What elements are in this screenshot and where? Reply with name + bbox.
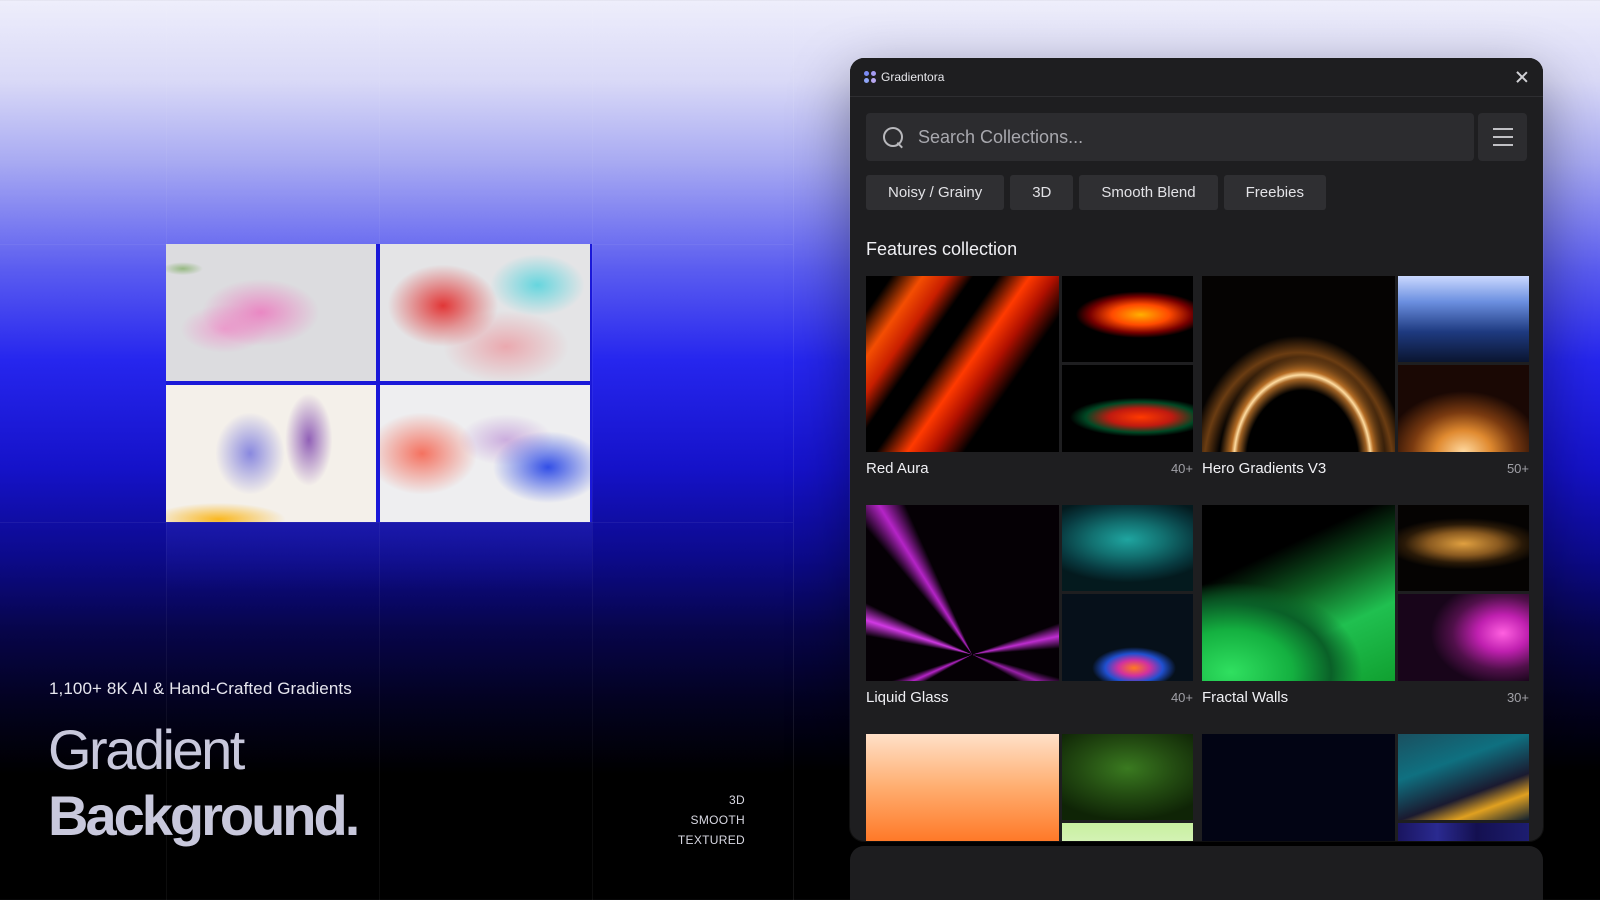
collection-thumb[interactable]: [1202, 505, 1395, 681]
search-row: [850, 97, 1543, 161]
gradient-preview-purple: [166, 385, 376, 522]
collection-thumb[interactable]: [866, 276, 1059, 452]
collection-thumb[interactable]: [1202, 734, 1395, 841]
bg-grid-line: [592, 0, 593, 900]
tag-textured: TEXTURED: [677, 833, 745, 847]
hero-subtitle: 1,100+ 8K AI & Hand-Crafted Gradients: [49, 679, 352, 698]
collection-thumb[interactable]: [1062, 594, 1193, 681]
collection-thumb[interactable]: [1398, 823, 1529, 841]
feature-tags: 3D SMOOTH TEXTURED: [678, 790, 745, 850]
collection-thumb[interactable]: [1202, 276, 1395, 452]
hero-title-line-2: Background.: [48, 784, 360, 847]
menu-button[interactable]: [1478, 113, 1527, 161]
collection-name[interactable]: Fractal Walls: [1202, 689, 1288, 706]
hero-title-line-1: Gradient: [48, 718, 245, 781]
gradient-preview-red: [380, 244, 590, 381]
collection-thumbs: [1202, 734, 1529, 841]
search-input[interactable]: [918, 126, 1458, 148]
chip-smooth-blend[interactable]: Smooth Blend: [1079, 175, 1218, 210]
collection-card-hero-gradients-v3[interactable]: Hero Gradients V3 50+: [1202, 276, 1529, 477]
collection-card-fractal-walls[interactable]: Fractal Walls 30+: [1202, 505, 1529, 706]
app-title: Gradientora: [881, 70, 945, 84]
collection-name[interactable]: Liquid Glass: [866, 689, 949, 706]
collection-meta: Liquid Glass 40+: [866, 681, 1193, 706]
logo-icon: [864, 71, 876, 83]
collection-thumb[interactable]: [1398, 594, 1529, 681]
collection-thumb[interactable]: [1062, 365, 1193, 452]
chip-3d[interactable]: 3D: [1010, 175, 1074, 210]
chip-freebies[interactable]: Freebies: [1223, 175, 1326, 210]
collection-card-red-aura[interactable]: Red Aura 40+: [866, 276, 1193, 477]
collection-meta: Red Aura 40+: [866, 452, 1193, 477]
section-divider: [793, 0, 794, 900]
collection-thumb[interactable]: [1398, 505, 1529, 591]
menu-icon: [1492, 128, 1513, 130]
preview-reflection: [166, 522, 592, 592]
title-bar: Gradientora: [850, 58, 1543, 97]
category-chips: Noisy / Grainy 3D Smooth Blend Freebies: [850, 161, 1543, 210]
gradient-preview-pink: [166, 244, 376, 381]
tag-3d: 3D: [729, 793, 745, 807]
collection-thumb[interactable]: [866, 734, 1059, 841]
gradient-preview-blue: [380, 385, 590, 522]
collection-count: 30+: [1506, 690, 1529, 705]
collection-thumb[interactable]: [1062, 505, 1193, 591]
collection-thumb[interactable]: [1398, 276, 1529, 362]
collection-thumb[interactable]: [1062, 276, 1193, 362]
app-window-secondary: [850, 846, 1543, 900]
search-box[interactable]: [866, 113, 1474, 161]
collection-name[interactable]: Red Aura: [866, 460, 929, 477]
collection-thumbs: [866, 734, 1193, 841]
collection-thumb[interactable]: [866, 505, 1059, 681]
collection-card[interactable]: [1202, 734, 1529, 841]
collection-meta: Fractal Walls 30+: [1202, 681, 1529, 706]
collection-thumbs: [866, 505, 1193, 681]
collection-name[interactable]: Hero Gradients V3: [1202, 460, 1326, 477]
collection-thumbs: [866, 276, 1193, 452]
collection-thumbs: [1202, 505, 1529, 681]
collection-card[interactable]: [866, 734, 1193, 841]
collection-thumb[interactable]: [1062, 823, 1193, 841]
search-icon: [882, 126, 904, 148]
tag-smooth: SMOOTH: [690, 813, 745, 827]
collection-thumb[interactable]: [1398, 734, 1529, 820]
app-window: Gradientora Noisy / Grainy 3D Smooth Ble…: [850, 58, 1543, 841]
chip-noisy-grainy[interactable]: Noisy / Grainy: [866, 175, 1005, 210]
collection-meta: Hero Gradients V3 50+: [1202, 452, 1529, 477]
collection-thumb[interactable]: [1398, 365, 1529, 452]
section-title: Features collection: [866, 239, 1018, 259]
gradient-preview-grid: [166, 244, 592, 522]
collection-count: 50+: [1506, 461, 1529, 476]
collection-count: 40+: [1170, 461, 1193, 476]
collection-thumbs: [1202, 276, 1529, 452]
collection-card-liquid-glass[interactable]: Liquid Glass 40+: [866, 505, 1193, 706]
close-icon[interactable]: [1515, 70, 1529, 84]
collection-thumb[interactable]: [1062, 734, 1193, 820]
collection-count: 40+: [1170, 690, 1193, 705]
